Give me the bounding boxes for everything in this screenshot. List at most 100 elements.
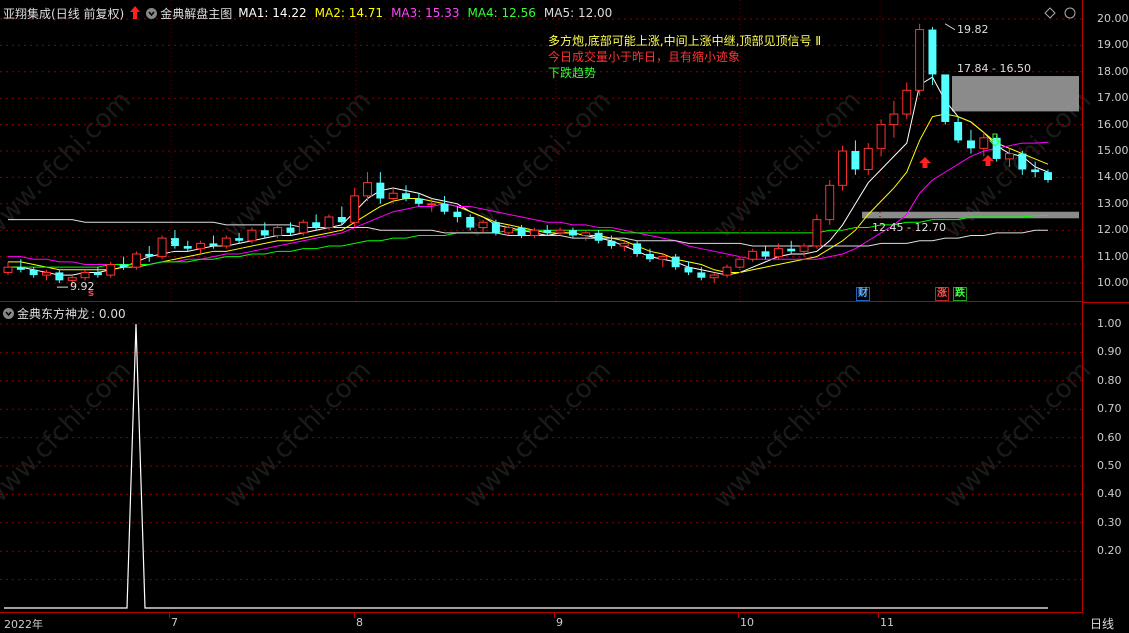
- candle-body: [619, 242, 629, 247]
- candle-body: [414, 198, 423, 204]
- candle-body: [466, 217, 475, 228]
- indicator-tick-label: 1.00: [1097, 317, 1122, 330]
- period-label[interactable]: (日线 前复权): [51, 5, 124, 22]
- price-tick-label: 12.00: [1097, 223, 1129, 237]
- diamond-icon[interactable]: [1044, 7, 1056, 19]
- candle-body: [80, 271, 90, 279]
- collapse-toggle-icon[interactable]: [146, 7, 158, 19]
- candle-body: [915, 29, 925, 91]
- date-tick-label: 11: [880, 616, 894, 629]
- ma3-value: MA3: 15.33: [391, 6, 460, 20]
- indicator-chart[interactable]: [0, 302, 1082, 612]
- candle-body: [748, 250, 758, 260]
- resistance-range-label: 17.84 - 16.50: [957, 62, 1031, 75]
- candle-body: [453, 211, 462, 217]
- buy-signal-arrow-icon: [982, 155, 994, 166]
- date-tick-mark: [169, 613, 170, 618]
- candle-body: [209, 243, 218, 247]
- price-y-axis[interactable]: 20.00 19.00 18.00 17.00 16.00 15.00 14.00 13.00…: [1082, 0, 1129, 302]
- candle-body: [106, 264, 116, 276]
- candle-body: [773, 248, 783, 258]
- candle-body: [825, 184, 835, 221]
- candle-body: [863, 147, 873, 170]
- candle-body: [851, 151, 860, 170]
- indicator-y-axis[interactable]: 1.00 0.90 0.80 0.70 0.60 0.50 0.40 0.30 0.20: [1082, 302, 1129, 613]
- candle-body: [555, 229, 565, 234]
- date-tick-label: 9: [556, 616, 563, 629]
- indicator-title[interactable]: 金典东方神龙: [17, 305, 89, 322]
- candle-body: [145, 253, 154, 257]
- candle-body: [388, 192, 398, 200]
- candle-body: [478, 221, 488, 229]
- candle-body: [247, 229, 257, 242]
- indicator-tick-label: 0.70: [1097, 402, 1122, 416]
- date-tick-mark: [554, 613, 555, 618]
- candle-body: [29, 269, 38, 276]
- price-tick-label: 11.00: [1097, 249, 1129, 263]
- candle-body: [671, 256, 680, 268]
- x-axis[interactable]: 2022年 7 8 9 10 11: [0, 612, 1082, 633]
- candle-body: [697, 272, 706, 278]
- price-tick-label: 14.00: [1097, 170, 1129, 184]
- signal-line-1: 多方炮,底部可能上涨,中间上涨中继,顶部见顶信号 Ⅱ: [548, 34, 822, 48]
- candle-body: [363, 182, 372, 197]
- candle-body: [42, 271, 51, 276]
- signal-line-2: 今日成交量小于昨日，且有缩小迹象: [548, 50, 741, 64]
- candle-body: [838, 150, 848, 186]
- candle-body: [658, 256, 668, 260]
- main-chart[interactable]: [0, 0, 1082, 302]
- candle-body: [504, 227, 514, 234]
- period-button[interactable]: 日线: [1090, 615, 1114, 632]
- candle-body: [131, 253, 141, 268]
- candle-body: [260, 230, 269, 236]
- candle-body: [645, 253, 654, 260]
- candle-body: [1018, 153, 1027, 170]
- candle-body: [324, 216, 334, 229]
- indicator-tick-label: 0.30: [1097, 515, 1122, 529]
- candle-body: [16, 267, 25, 270]
- candle-body: [607, 240, 616, 247]
- buy-signal-arrow-icon: [919, 157, 931, 168]
- candle-body: [581, 232, 591, 236]
- candle-body: [1005, 153, 1014, 160]
- indicator-tick-label: 0.40: [1097, 487, 1122, 501]
- date-tick-label: 7: [171, 616, 178, 629]
- candle-body: [183, 246, 192, 249]
- high-price-label: 19.82: [957, 23, 989, 36]
- red-up-arrow-icon: [130, 6, 141, 20]
- candle-body: [119, 264, 128, 268]
- limit-down-event-marker[interactable]: 跌: [953, 287, 967, 301]
- candle-body: [709, 274, 719, 279]
- candle-body: [787, 248, 796, 252]
- panel-close-icon[interactable]: [1064, 7, 1076, 19]
- candle-body: [761, 251, 770, 257]
- candle-body: [684, 267, 693, 273]
- candle-body: [633, 243, 642, 254]
- candle-body: [979, 137, 989, 149]
- finance-event-marker[interactable]: 财: [856, 287, 870, 301]
- indicator-name[interactable]: 金典解盘主图: [160, 5, 232, 22]
- date-tick-label: 8: [356, 616, 363, 629]
- candle-body: [928, 29, 937, 75]
- candle-body: [529, 229, 539, 236]
- candle-body: [941, 74, 950, 122]
- candle-body: [196, 242, 206, 250]
- stock-name[interactable]: 亚翔集成: [3, 5, 51, 22]
- panel-separator[interactable]: [0, 301, 1082, 302]
- candle-body: [594, 232, 603, 241]
- indicator-value: : 0.00: [91, 306, 126, 321]
- price-tick-label: 18.00: [1097, 64, 1129, 78]
- s-event-marker[interactable]: s: [87, 288, 95, 300]
- date-tick-mark: [354, 613, 355, 618]
- price-tick-label: 20.00: [1097, 12, 1129, 25]
- candle-body: [812, 219, 822, 247]
- indicator-collapse-icon[interactable]: [3, 308, 14, 319]
- candle-body: [55, 272, 64, 281]
- candle-body: [799, 245, 809, 252]
- limit-up-event-marker[interactable]: 涨: [935, 287, 949, 301]
- chart-header: 亚翔集成 (日线 前复权) 金典解盘主图 MA1: 14.22 MA2: 14.…: [3, 5, 612, 21]
- price-tick-label: 13.00: [1097, 196, 1129, 210]
- date-tick-mark: [878, 613, 879, 618]
- candle-body: [440, 203, 449, 212]
- indicator-line: [4, 323, 1048, 609]
